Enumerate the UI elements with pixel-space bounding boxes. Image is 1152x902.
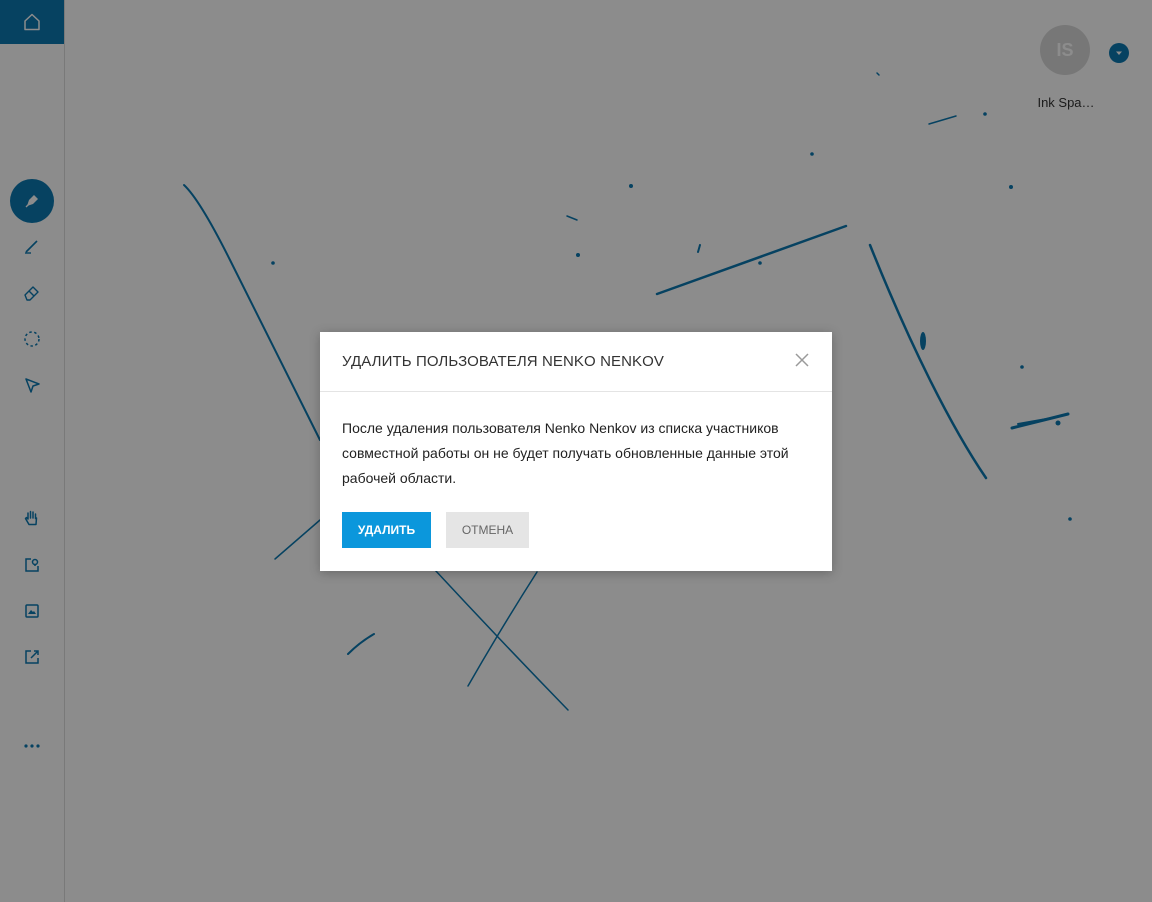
dialog-header: УДАЛИТЬ ПОЛЬЗОВАТЕЛЯ NENKO NENKOV (320, 332, 832, 392)
close-button[interactable] (792, 350, 812, 370)
remove-user-dialog: УДАЛИТЬ ПОЛЬЗОВАТЕЛЯ NENKO NENKOV После … (320, 332, 832, 571)
close-icon (795, 353, 809, 367)
delete-button[interactable]: УДАЛИТЬ (342, 512, 431, 548)
dialog-title: УДАЛИТЬ ПОЛЬЗОВАТЕЛЯ NENKO NENKOV (342, 353, 665, 370)
app-window: IS Ink Spa… УДАЛИТЬ ПОЛЬЗОВАТЕЛЯ NENKO N… (0, 0, 1152, 902)
dialog-message: После удаления пользователя Nenko Nenkov… (342, 420, 789, 486)
cancel-button[interactable]: ОТМЕНА (446, 512, 529, 548)
